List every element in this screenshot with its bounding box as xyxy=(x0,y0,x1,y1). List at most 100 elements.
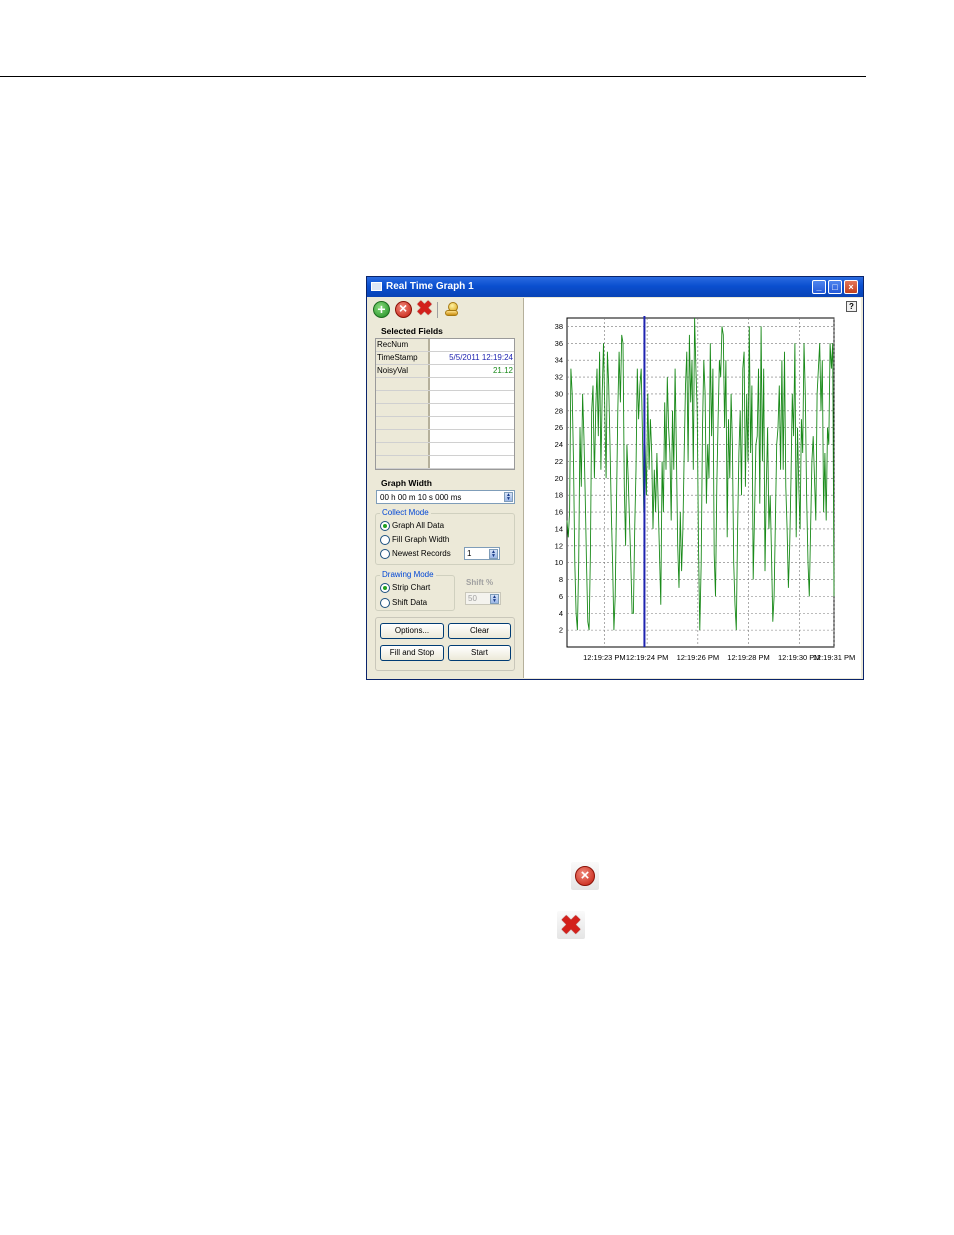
fill-and-stop-button[interactable]: Fill and Stop xyxy=(380,645,444,661)
y-tick-label: 32 xyxy=(555,373,563,382)
newest-records-spinner[interactable]: ▲ ▼ xyxy=(489,549,498,559)
graph-all-data-label: Graph All Data xyxy=(392,521,445,530)
real-time-graph-window: Real Time Graph 1 _ □ × + ✖ Selected Fie… xyxy=(366,276,864,680)
field-name xyxy=(376,456,430,468)
newest-records-input[interactable]: 1 ▲ ▼ xyxy=(464,547,500,560)
add-icon[interactable]: + xyxy=(373,301,390,318)
clear-button[interactable]: Clear xyxy=(448,623,511,639)
field-value: 5/5/2011 12:19:24 xyxy=(449,353,513,362)
selected-fields-title: Selected Fields xyxy=(381,326,443,336)
x-tick-label: 12:19:26 PM xyxy=(677,653,720,662)
field-name xyxy=(376,443,430,455)
graph-width-input[interactable]: 00 h 00 m 10 s 000 ms ▲ ▼ xyxy=(376,490,515,504)
y-tick-label: 24 xyxy=(555,440,563,449)
y-tick-label: 38 xyxy=(555,322,563,331)
field-value xyxy=(432,378,514,390)
field-name xyxy=(376,430,430,442)
maximize-button[interactable]: □ xyxy=(828,280,842,294)
field-name xyxy=(376,391,430,403)
collect-mode-title: Collect Mode xyxy=(380,508,431,517)
y-tick-label: 22 xyxy=(555,457,563,466)
y-tick-label: 14 xyxy=(555,524,563,533)
options-button[interactable]: Options... xyxy=(380,623,444,639)
y-tick-label: 26 xyxy=(555,423,563,432)
shift-percent-value: 50 xyxy=(468,594,477,603)
field-name: RecNum xyxy=(376,339,430,351)
start-button[interactable]: Start xyxy=(448,645,511,661)
graph-width-value: 00 h 00 m 10 s 000 ms xyxy=(380,493,462,502)
field-row[interactable] xyxy=(376,391,514,404)
field-row[interactable] xyxy=(376,417,514,430)
field-row[interactable] xyxy=(376,404,514,417)
field-value xyxy=(432,443,514,455)
y-tick-label: 6 xyxy=(559,592,563,601)
shift-percent-input[interactable]: 50 ▲ ▼ xyxy=(465,592,501,605)
shift-data-label: Shift Data xyxy=(392,598,428,607)
y-tick-label: 16 xyxy=(555,508,563,517)
y-tick-label: 2 xyxy=(559,626,563,635)
graph-all-data-radio[interactable] xyxy=(380,521,390,531)
y-tick-label: 36 xyxy=(555,339,563,348)
x-tick-label: 12:19:31 PM xyxy=(813,653,856,662)
y-tick-label: 34 xyxy=(555,356,563,365)
field-value xyxy=(432,404,514,416)
field-name: NoisyVal xyxy=(376,365,430,377)
y-tick-label: 4 xyxy=(559,609,563,618)
field-value xyxy=(432,430,514,442)
field-value xyxy=(432,391,514,403)
field-value xyxy=(432,417,514,429)
field-row[interactable]: NoisyVal 21.12 xyxy=(376,365,514,378)
field-row[interactable] xyxy=(376,378,514,391)
selected-fields-grid[interactable]: RecNum TimeStamp 5/5/2011 12:19:24 NoisyVal… xyxy=(375,338,515,470)
field-row[interactable] xyxy=(376,443,514,456)
field-row[interactable] xyxy=(376,456,514,469)
remove-all-icon-illustration: ✖ xyxy=(557,911,585,939)
field-value xyxy=(432,456,514,468)
fill-graph-width-label: Fill Graph Width xyxy=(392,535,450,544)
x-tick-label: 12:19:28 PM xyxy=(727,653,770,662)
field-name xyxy=(376,404,430,416)
drawing-mode-group: Drawing Mode Strip Chart Shift Data xyxy=(375,570,455,611)
field-row[interactable]: RecNum xyxy=(376,339,514,352)
x-tick-label: 12:19:24 PM xyxy=(626,653,669,662)
remove-icon[interactable] xyxy=(395,301,412,318)
window-icon xyxy=(371,282,382,291)
newest-records-value: 1 xyxy=(467,549,472,558)
chart-pane: ? 2 4 6 8 10 12 14 16 18 20 22 24 26 28 30 32 34 36 38 12:1… xyxy=(523,298,861,678)
shift-percent-label: Shift % xyxy=(466,578,494,587)
y-tick-label: 18 xyxy=(555,491,563,500)
x-tick-label: 12:19:23 PM xyxy=(583,653,626,662)
toolbar: + ✖ xyxy=(371,299,521,320)
y-tick-label: 30 xyxy=(555,389,563,398)
strip-chart-radio[interactable] xyxy=(380,583,390,593)
field-name xyxy=(376,378,430,390)
field-row[interactable]: TimeStamp 5/5/2011 12:19:24 xyxy=(376,352,514,365)
field-name xyxy=(376,417,430,429)
newest-records-label: Newest Records xyxy=(392,549,451,558)
close-button[interactable]: × xyxy=(844,280,858,294)
fill-graph-width-radio[interactable] xyxy=(380,535,390,545)
y-tick-label: 10 xyxy=(555,558,563,567)
collect-mode-group: Collect Mode Graph All Data Fill Graph W… xyxy=(375,508,515,565)
shift-data-radio[interactable] xyxy=(380,598,390,608)
page-rule xyxy=(0,76,866,77)
toolbar-separator xyxy=(437,302,438,318)
strip-chart-label: Strip Chart xyxy=(392,583,431,592)
remove-icon-illustration: × xyxy=(571,862,599,890)
left-panel: + ✖ Selected Fields RecNumTimeStamp 5/5/2… xyxy=(369,298,521,678)
field-value: 21.12 xyxy=(492,366,513,375)
field-row[interactable] xyxy=(376,430,514,443)
y-tick-label: 8 xyxy=(559,575,563,584)
graph-width-title: Graph Width xyxy=(381,478,432,488)
pin-icon[interactable] xyxy=(443,301,460,318)
minimize-button[interactable]: _ xyxy=(812,280,826,294)
remove-all-icon[interactable]: ✖ xyxy=(416,299,433,319)
newest-records-radio[interactable] xyxy=(380,549,390,559)
field-value xyxy=(432,339,514,351)
graph-width-spinner[interactable]: ▲ ▼ xyxy=(504,492,513,502)
y-tick-label: 12 xyxy=(555,541,563,550)
drawing-mode-title: Drawing Mode xyxy=(380,570,436,579)
title-bar[interactable]: Real Time Graph 1 _ □ × xyxy=(367,277,863,297)
shift-percent-spinner[interactable]: ▲ ▼ xyxy=(490,594,499,604)
field-name: TimeStamp xyxy=(376,352,430,364)
